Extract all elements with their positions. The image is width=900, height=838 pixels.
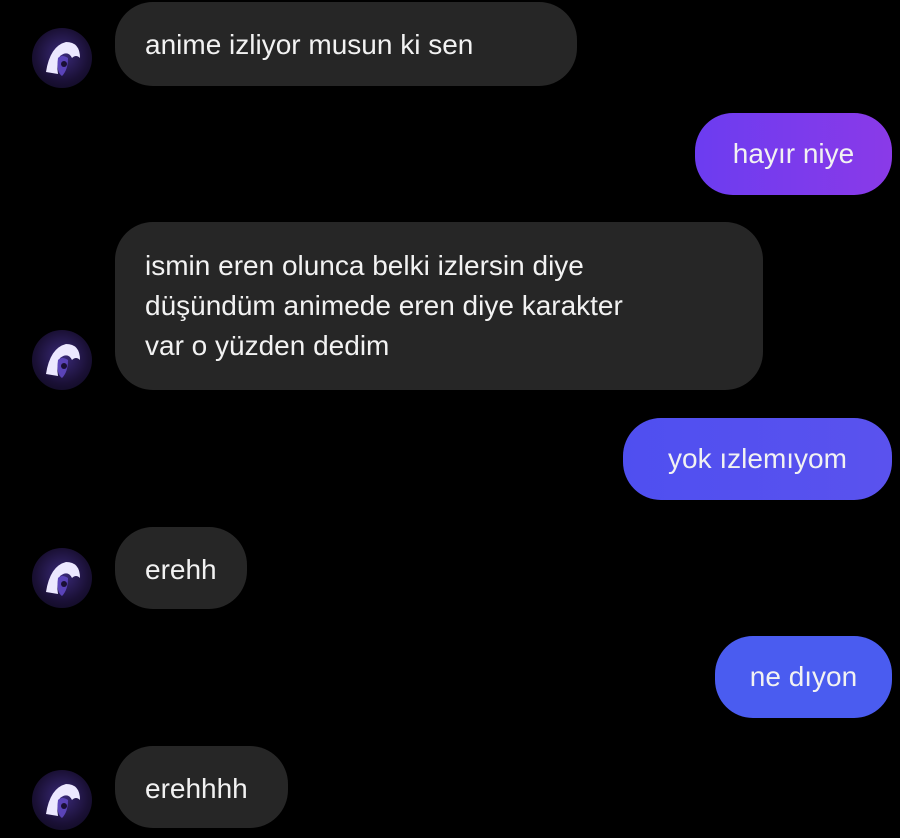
- outgoing-message[interactable]: yok ızlemıyom: [623, 418, 892, 500]
- incoming-message[interactable]: ismin eren olunca belki izlersin diye dü…: [115, 222, 763, 390]
- outgoing-message[interactable]: ne dıyon: [715, 636, 892, 718]
- message-text: anime izliyor musun ki sen: [145, 29, 474, 60]
- message-text: erehhhh: [145, 773, 248, 804]
- message-line: var o yüzden dedim: [145, 330, 390, 361]
- contact-avatar[interactable]: [32, 770, 92, 830]
- anime-character-avatar-icon: [46, 42, 80, 76]
- message-text: erehh: [145, 554, 217, 585]
- incoming-message[interactable]: anime izliyor musun ki sen: [115, 2, 577, 86]
- incoming-message[interactable]: erehhhh: [115, 746, 288, 828]
- anime-character-avatar-icon: [46, 562, 80, 596]
- contact-avatar[interactable]: [32, 28, 92, 88]
- anime-character-avatar-icon: [46, 784, 80, 818]
- message-line: düşündüm animede eren diye karakter: [145, 290, 623, 321]
- contact-avatar[interactable]: [32, 548, 92, 608]
- outgoing-message[interactable]: hayır niye: [695, 113, 892, 195]
- contact-avatar[interactable]: [32, 330, 92, 390]
- message-text: yok ızlemıyom: [668, 443, 847, 474]
- message-text: ne dıyon: [749, 661, 858, 692]
- message-line: ismin eren olunca belki izlersin diye: [145, 250, 584, 281]
- incoming-message[interactable]: erehh: [115, 527, 247, 609]
- anime-character-avatar-icon: [46, 344, 80, 378]
- message-text: hayır niye: [732, 138, 855, 169]
